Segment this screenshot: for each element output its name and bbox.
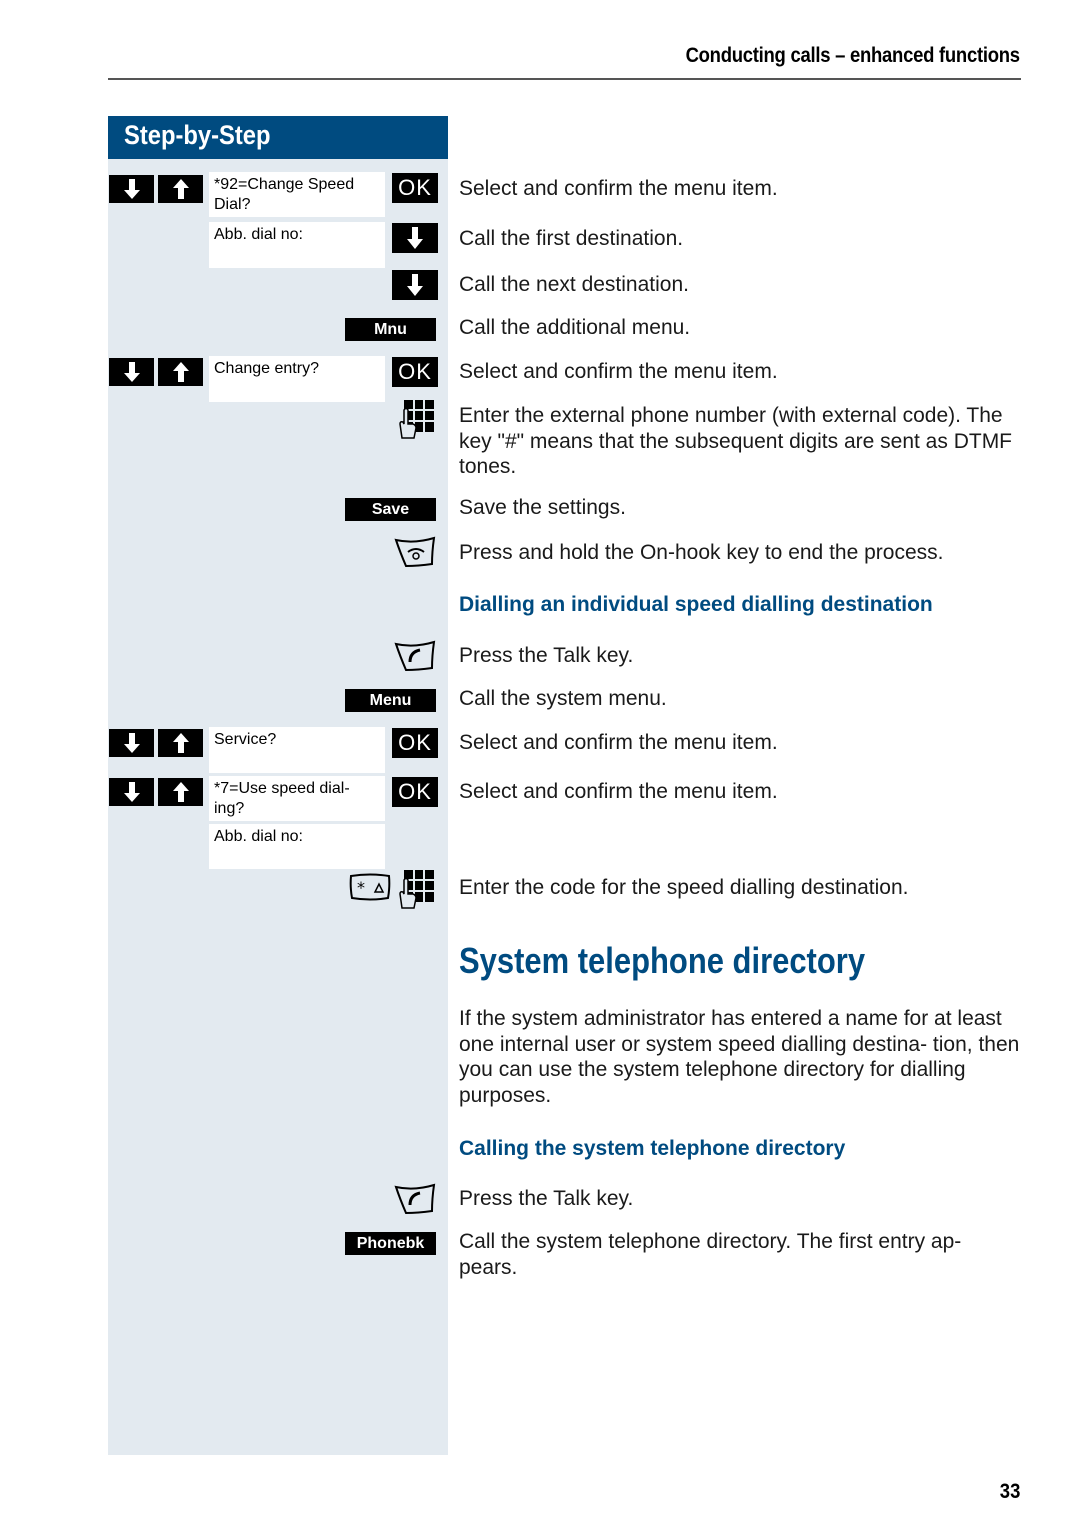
menu-softkey: Menu [345, 689, 436, 712]
down-key-icon [392, 223, 438, 253]
step-text: Select and confirm the menu item. [459, 177, 778, 200]
ok-key: OK [392, 357, 438, 387]
step-text: Select and confirm the menu item. [459, 731, 778, 754]
sidebar-header: Step-by-Step [108, 116, 448, 159]
up-key-icon [158, 729, 203, 757]
up-key-icon [158, 175, 203, 203]
star-key-icon: * [348, 872, 392, 902]
subheading: Dialling an individual speed dialling de… [459, 593, 933, 616]
step-text: Press the Talk key. [459, 1187, 634, 1210]
step-text: Select and confirm the menu item. [459, 360, 778, 383]
subheading: Calling the system telephone directory [459, 1137, 846, 1160]
step-text: Call the additional menu. [459, 316, 691, 339]
display-text: *7=Use speed dial- ing? [209, 776, 385, 821]
down-key-icon [109, 358, 154, 386]
header-divider [108, 78, 1021, 80]
step-text: Call the system telephone directory. The… [459, 1230, 962, 1279]
down-key-icon [109, 175, 154, 203]
page-number: 33 [999, 1480, 1020, 1503]
down-key-icon [392, 270, 438, 300]
display-text: Abb. dial no: [209, 222, 385, 268]
ok-key: OK [392, 777, 438, 807]
step-text: Call the first destination. [459, 227, 684, 250]
step-text: Press the Talk key. [459, 644, 634, 667]
mnu-softkey: Mnu [345, 318, 436, 341]
section-title: System telephone directory [459, 940, 866, 981]
ok-key: OK [392, 173, 438, 203]
up-key-icon [158, 358, 203, 386]
keypad-icon [396, 868, 436, 910]
section-header: Conducting calls – enhanced functions [685, 44, 1020, 67]
display-text: *92=Change Speed Dial? [209, 172, 385, 217]
step-text: Call the system menu. [459, 687, 667, 710]
svg-text:*: * [357, 878, 365, 897]
up-key-icon [158, 778, 203, 806]
display-text: Abb. dial no: [209, 824, 385, 869]
keypad-icon [396, 398, 436, 440]
step-text: Call the next destination. [459, 273, 689, 296]
step-text: Save the settings. [459, 496, 626, 519]
step-text: Select and confirm the menu item. [459, 780, 778, 803]
on-hook-key-icon [394, 536, 436, 568]
sidebar-title: Step-by-Step [124, 120, 271, 150]
talk-key-icon [394, 1183, 436, 1215]
ok-key: OK [392, 728, 438, 758]
down-key-icon [109, 778, 154, 806]
display-text: Change entry? [209, 356, 385, 402]
step-text: Enter the code for the speed dialling de… [459, 876, 909, 899]
talk-key-icon [394, 640, 436, 672]
display-text: Service? [209, 727, 385, 773]
phonebk-softkey: Phonebk [345, 1232, 436, 1255]
step-text: Press and hold the On-hook key to end th… [459, 541, 944, 564]
down-key-icon [109, 729, 154, 757]
section-intro: If the system administrator has entered … [459, 1007, 1020, 1107]
step-text: Enter the external phone number (with ex… [459, 404, 1013, 478]
save-softkey: Save [345, 498, 436, 521]
